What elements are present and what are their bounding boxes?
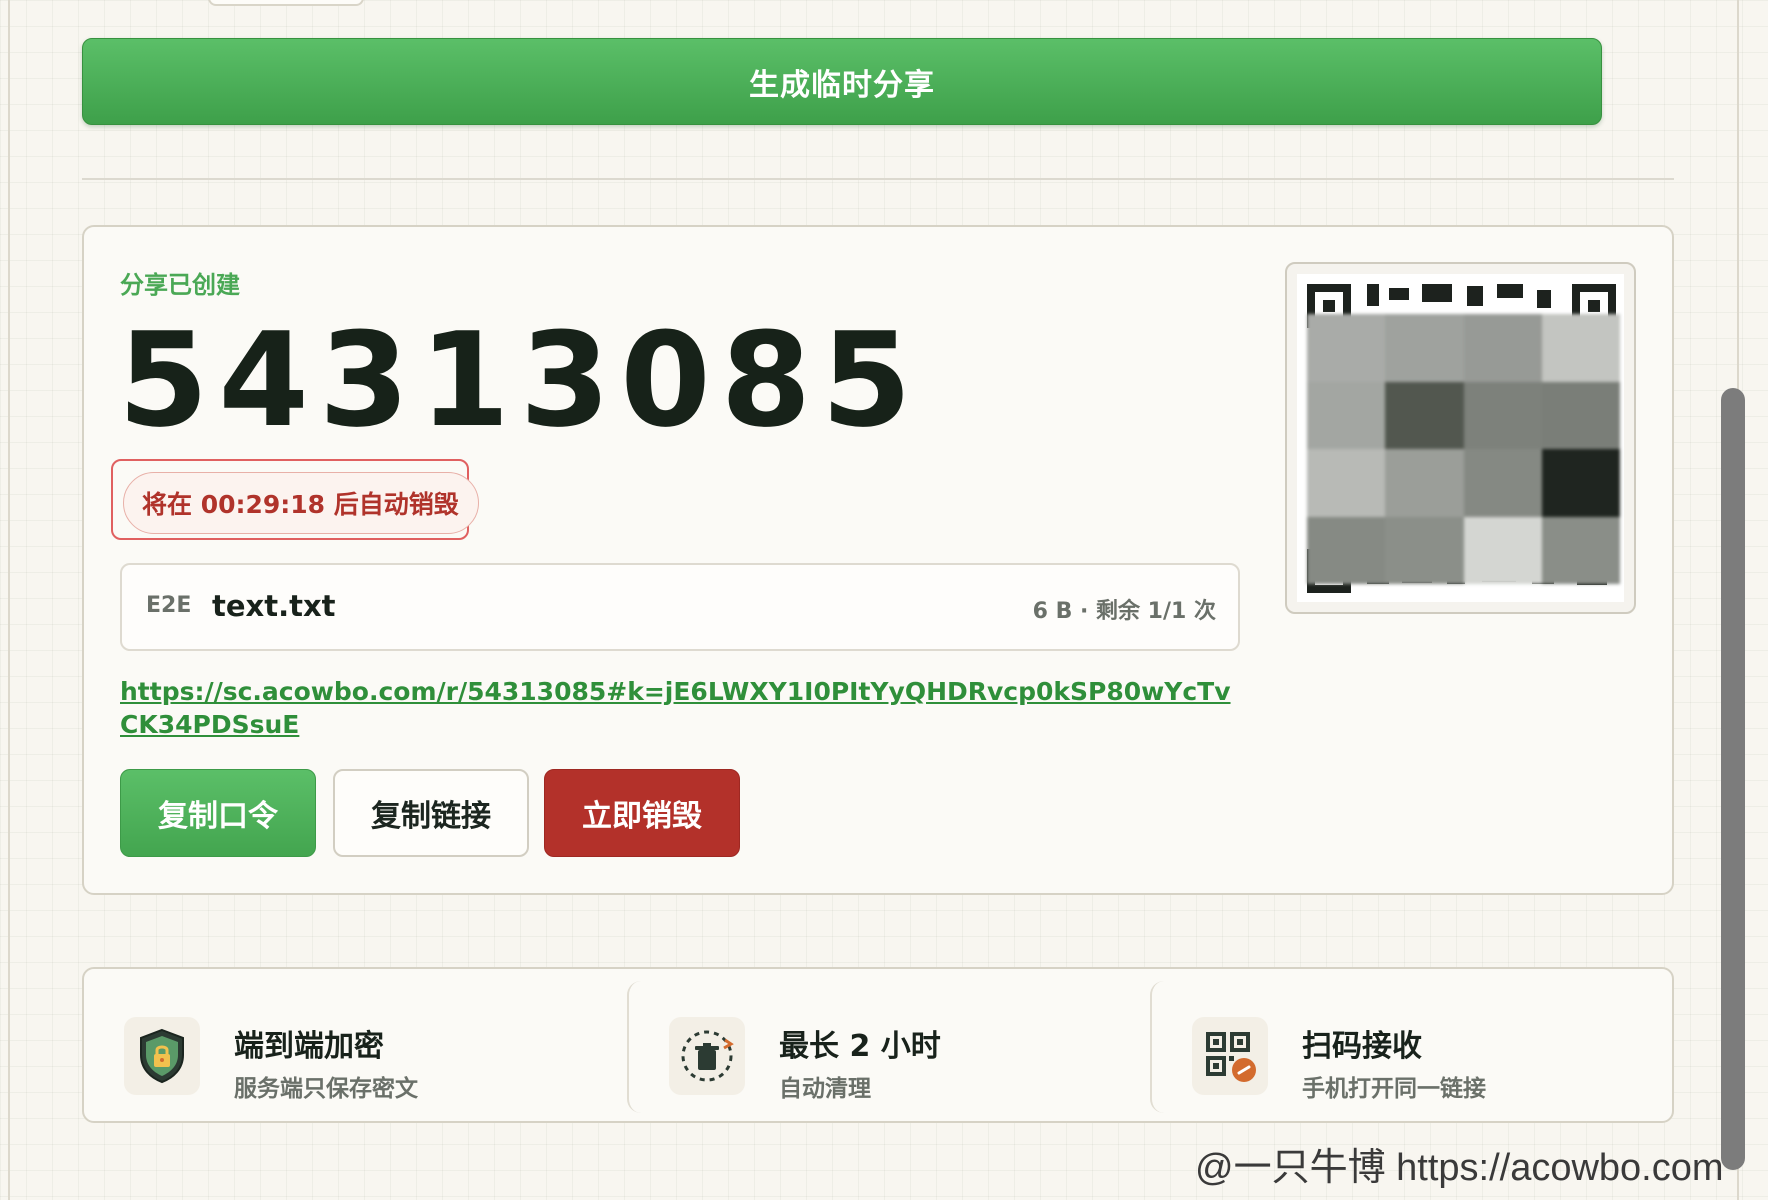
e2e-tag: E2E — [146, 593, 192, 618]
qr-pixelated-area — [1307, 314, 1620, 584]
qr-module — [1422, 284, 1452, 302]
features-card: 端到端加密 服务端只保存密文 最长 2 小时 自动清理 扫码接收 手机打开同一链… — [82, 967, 1674, 1123]
file-meta: 6 B · 剩余 1/1 次 — [1032, 599, 1216, 624]
feature-auto-clean: 最长 2 小时 自动清理 — [627, 981, 1135, 1113]
watermark: @一只牛博 https://acowbo.com — [1195, 1147, 1724, 1189]
countdown-badge: 将在 00:29:18 后自动销毁 — [123, 472, 479, 534]
qr-module — [1389, 288, 1409, 300]
trash-timer-icon — [669, 1017, 745, 1095]
share-status-label: 分享已创建 — [120, 271, 240, 299]
feature-scan-receive: 扫码接收 手机打开同一链接 — [1150, 981, 1658, 1113]
panel-left-edge — [8, 0, 10, 1200]
feature-title: 最长 2 小时 — [779, 1029, 941, 1064]
qr-code — [1285, 262, 1636, 614]
generate-share-button[interactable]: 生成临时分享 — [82, 38, 1602, 125]
feature-title: 扫码接收 — [1302, 1029, 1422, 1064]
qr-code-image — [1297, 274, 1624, 602]
feature-e2e: 端到端加密 服务端只保存密文 — [84, 981, 592, 1113]
share-link[interactable]: https://sc.acowbo.com/r/54313085#k=jE6LW… — [120, 675, 1240, 741]
section-divider — [82, 178, 1674, 180]
destroy-now-button[interactable]: 立即销毁 — [544, 769, 740, 857]
copy-code-button[interactable]: 复制口令 — [120, 769, 316, 857]
copy-link-button[interactable]: 复制链接 — [333, 769, 529, 857]
qr-module — [1537, 290, 1551, 308]
share-code: 54313085 — [118, 304, 922, 456]
feature-subtitle: 自动清理 — [779, 1076, 871, 1102]
scrollbar-thumb[interactable] — [1721, 388, 1745, 1170]
feature-subtitle: 手机打开同一链接 — [1302, 1076, 1486, 1102]
top-partial-control — [208, 0, 364, 6]
shield-lock-icon — [124, 1017, 200, 1095]
qr-module — [1467, 286, 1483, 306]
qr-module — [1497, 284, 1523, 298]
feature-title: 端到端加密 — [234, 1029, 384, 1064]
file-name: text.txt — [212, 589, 336, 623]
file-info-row: E2E text.txt 6 B · 剩余 1/1 次 — [120, 563, 1240, 651]
qr-module — [1367, 284, 1379, 306]
qr-link-icon — [1192, 1017, 1268, 1095]
feature-subtitle: 服务端只保存密文 — [234, 1076, 418, 1102]
